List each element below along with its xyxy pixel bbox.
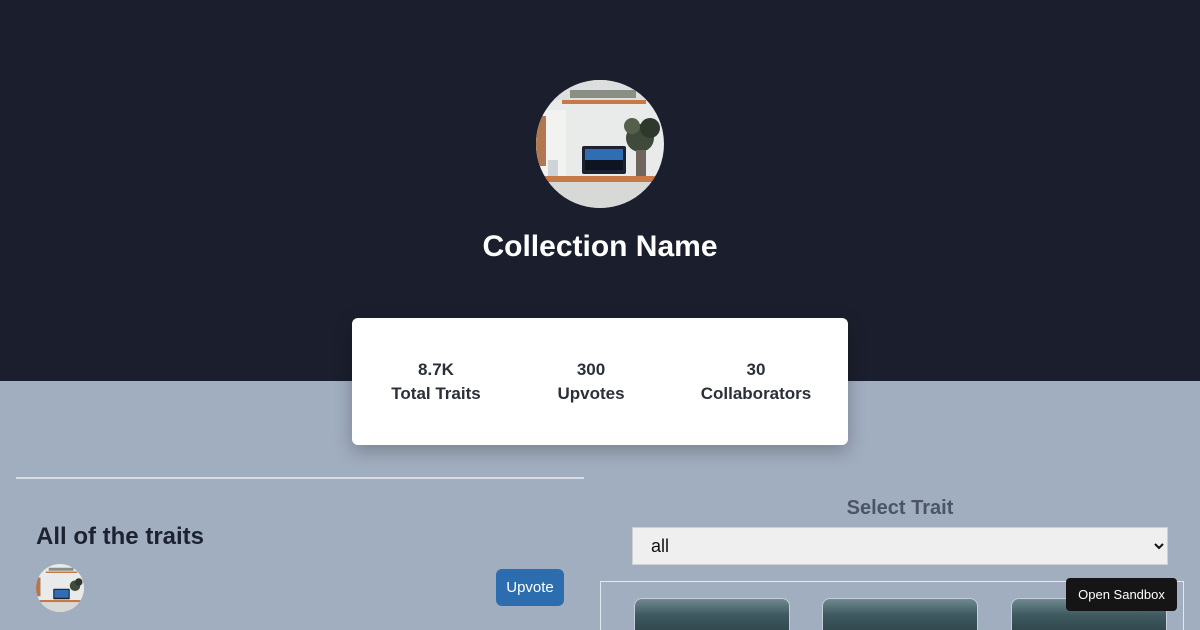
trait-card[interactable] [822, 598, 978, 630]
upvote-button[interactable]: Upvote [496, 569, 564, 606]
traits-section-title: All of the traits [36, 523, 205, 550]
stat-upvotes: 300 Upvotes [546, 358, 636, 406]
trait-card[interactable] [634, 598, 790, 630]
stat-label: Collaborators [700, 384, 812, 403]
collection-avatar [536, 80, 664, 208]
section-divider [16, 477, 584, 479]
collection-title: Collection Name [482, 230, 718, 263]
stat-value: 8.7K [418, 360, 454, 379]
desk-photo-image [36, 564, 84, 612]
stats-card: 8.7K Total Traits 300 Upvotes 30 Collabo… [352, 318, 848, 445]
trait-owner-avatar[interactable] [36, 564, 84, 612]
stat-total-traits: 8.7K Total Traits [382, 358, 490, 406]
desk-photo-image [536, 80, 664, 208]
stat-value: 30 [746, 360, 766, 379]
stat-value: 300 [576, 360, 606, 379]
open-sandbox-button[interactable]: Open Sandbox [1066, 578, 1177, 611]
stat-collaborators: 30 Collaborators [692, 358, 820, 406]
stat-label: Upvotes [557, 384, 625, 403]
trait-select[interactable]: all [632, 527, 1168, 565]
select-trait-label: Select Trait [846, 497, 954, 519]
stat-label: Total Traits [391, 384, 481, 403]
